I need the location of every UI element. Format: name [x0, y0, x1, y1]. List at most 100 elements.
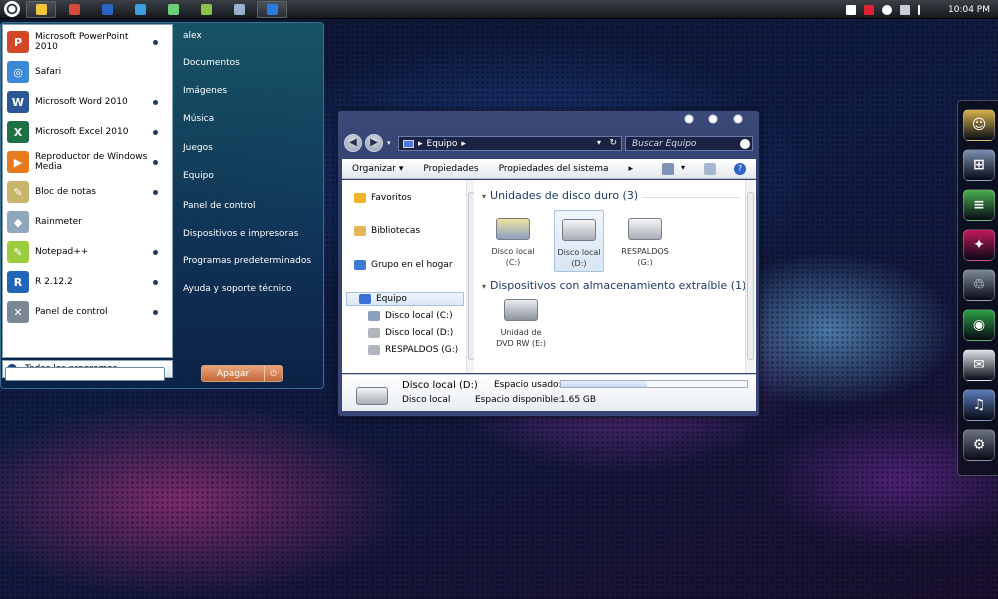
close-button[interactable] — [735, 116, 741, 122]
taskbar-notes-button[interactable] — [26, 0, 56, 18]
start-place-item[interactable]: Panel de control — [183, 201, 255, 215]
start-orb-button[interactable] — [4, 1, 20, 17]
start-place-item[interactable]: Equipo — [183, 171, 214, 185]
dock-chrome-icon[interactable]: ◉ — [963, 309, 995, 341]
start-place-item[interactable]: Documentos — [183, 58, 240, 72]
jumplist-arrow-icon[interactable] — [153, 159, 158, 165]
dock-itunes-icon[interactable]: ♫ — [963, 389, 995, 421]
properties-button[interactable]: Propiedades — [423, 164, 478, 174]
nav-item[interactable]: Disco local (D:) — [342, 326, 453, 340]
clock[interactable]: 10:04 PM — [948, 5, 990, 15]
back-button[interactable]: ◀ — [344, 134, 362, 152]
start-place-item[interactable]: Música — [183, 114, 214, 128]
jumplist-arrow-icon[interactable] — [153, 279, 158, 285]
maximize-button[interactable] — [710, 116, 716, 122]
more-commands-icon[interactable]: ▸ — [629, 164, 634, 174]
hard-drive-icon — [562, 219, 596, 241]
start-place-item[interactable]: Programas predeterminados — [183, 256, 311, 270]
network-icon[interactable] — [900, 4, 910, 15]
jumplist-arrow-icon[interactable] — [153, 189, 158, 195]
nav-item[interactable]: RESPALDOS (G:) — [342, 343, 458, 357]
jumplist-arrow-icon[interactable] — [153, 249, 158, 255]
drive-dvd-e[interactable]: Unidad de DVD RW (E:) — [496, 299, 546, 349]
dock-books-icon[interactable]: ≡ — [963, 189, 995, 221]
program-item[interactable]: ▶ Reproductor de Windows Media — [3, 147, 172, 177]
dock-mail-icon[interactable]: ✉ — [963, 349, 995, 381]
content-scrollbar-thumb[interactable] — [747, 192, 754, 360]
forward-button[interactable]: ▶ — [365, 134, 383, 152]
dock-settings-icon[interactable]: ⚙ — [963, 429, 995, 461]
history-dropdown-icon[interactable]: ▾ — [387, 139, 391, 147]
program-item[interactable]: P Microsoft PowerPoint 2010 — [3, 27, 172, 57]
taskbar-ps-button[interactable] — [257, 0, 287, 18]
power-icon[interactable]: ⏻ — [264, 366, 282, 381]
taskbar-vector-button[interactable] — [125, 1, 155, 18]
start-place-item[interactable]: Juegos — [183, 143, 213, 157]
program-item[interactable]: ✕ Panel de control — [3, 297, 172, 327]
taskbar-paint-button[interactable] — [59, 1, 89, 18]
dock-person-icon[interactable]: ☺ — [963, 109, 995, 141]
drive-item[interactable]: Disco local (D:) — [554, 210, 604, 272]
taskbar-photoshop-button[interactable] — [92, 1, 122, 18]
search-icon[interactable] — [740, 139, 750, 149]
nav-item[interactable]: Favoritos — [342, 191, 412, 205]
program-item[interactable]: R R 2.12.2 — [3, 267, 172, 297]
breadcrumb-equipo[interactable]: Equipo — [427, 139, 458, 149]
nav-item[interactable]: Bibliotecas — [342, 224, 420, 238]
system-properties-button[interactable]: Propiedades del sistema — [499, 164, 609, 174]
dock-recycle-bin-icon[interactable]: ♲ — [963, 269, 995, 301]
volume-icon[interactable] — [882, 4, 892, 15]
group-header-removable[interactable]: ▾ Dispositivos con almacenamiento extraíb… — [482, 279, 746, 292]
jumplist-arrow-icon[interactable] — [153, 39, 158, 45]
nav-item[interactable]: Disco local (C:) — [342, 309, 453, 323]
minimize-button[interactable] — [686, 116, 692, 122]
tray-user-icon[interactable] — [864, 4, 874, 15]
program-item[interactable]: ✎ Notepad++ — [3, 237, 172, 267]
start-search-input[interactable] — [5, 367, 165, 381]
program-item[interactable]: X Microsoft Excel 2010 — [3, 117, 172, 147]
flag-icon[interactable] — [918, 4, 928, 15]
drive-item[interactable]: Disco local (C:) — [488, 210, 538, 272]
hard-drive-icon — [496, 218, 530, 240]
program-item[interactable]: ◎ Safari — [3, 57, 172, 87]
search-input[interactable]: Buscar Equipo — [625, 136, 753, 151]
organize-button[interactable]: Organizar ▾ — [352, 164, 403, 174]
jumplist-arrow-icon[interactable] — [153, 309, 158, 315]
collapse-icon[interactable]: ▾ — [482, 282, 486, 291]
address-bar[interactable]: ▸ Equipo ▸ ▾ ↻ — [398, 136, 622, 151]
taskbar-math-button[interactable] — [158, 1, 188, 18]
nav-item[interactable]: Grupo en el hogar — [342, 258, 453, 272]
jumplist-arrow-icon[interactable] — [153, 129, 158, 135]
dock-photo-icon[interactable]: ✦ — [963, 229, 995, 261]
nav-item[interactable]: Equipo — [346, 292, 464, 306]
drive-item[interactable]: RESPALDOS (G:) — [620, 210, 670, 272]
collapse-icon[interactable]: ▾ — [482, 192, 486, 201]
start-place-item[interactable]: Dispositivos e impresoras — [183, 229, 298, 243]
start-place-item[interactable]: Imágenes — [183, 86, 227, 100]
program-item[interactable]: W Microsoft Word 2010 — [3, 87, 172, 117]
group-header-hdd[interactable]: ▾ Unidades de disco duro (3) — [482, 189, 638, 202]
library-icon — [354, 226, 366, 236]
start-place-item[interactable]: Ayuda y soporte técnico — [183, 284, 292, 298]
content-scrollbar[interactable] — [745, 180, 755, 373]
view-dropdown-icon[interactable]: ▾ — [681, 163, 685, 172]
preview-pane-icon[interactable] — [704, 163, 716, 175]
taskbar-tool-button[interactable] — [191, 1, 221, 18]
program-item[interactable]: ◆ Rainmeter — [3, 207, 172, 237]
program-list: P Microsoft PowerPoint 2010 ◎ Safari W Micros… — [2, 24, 173, 358]
taskbar: 10:04 PM — [0, 0, 998, 19]
dock-windows-icon[interactable]: ⊞ — [963, 149, 995, 181]
view-icon[interactable] — [662, 163, 674, 175]
app-icon — [68, 3, 80, 15]
shutdown-button[interactable]: Apagar ⏻ — [201, 365, 283, 382]
jumplist-arrow-icon[interactable] — [153, 99, 158, 105]
taskbar-dots-button[interactable] — [224, 1, 254, 18]
refresh-icon[interactable]: ↻ — [609, 138, 617, 148]
system-tray: 10:04 PM — [842, 0, 990, 19]
program-item[interactable]: ✎ Bloc de notas — [3, 177, 172, 207]
help-icon[interactable]: ? — [734, 163, 746, 175]
tray-app-icon[interactable] — [846, 4, 856, 15]
app-icon — [266, 3, 278, 15]
start-place-item[interactable]: alex — [183, 31, 202, 45]
address-dropdown-icon[interactable]: ▾ — [597, 138, 601, 147]
